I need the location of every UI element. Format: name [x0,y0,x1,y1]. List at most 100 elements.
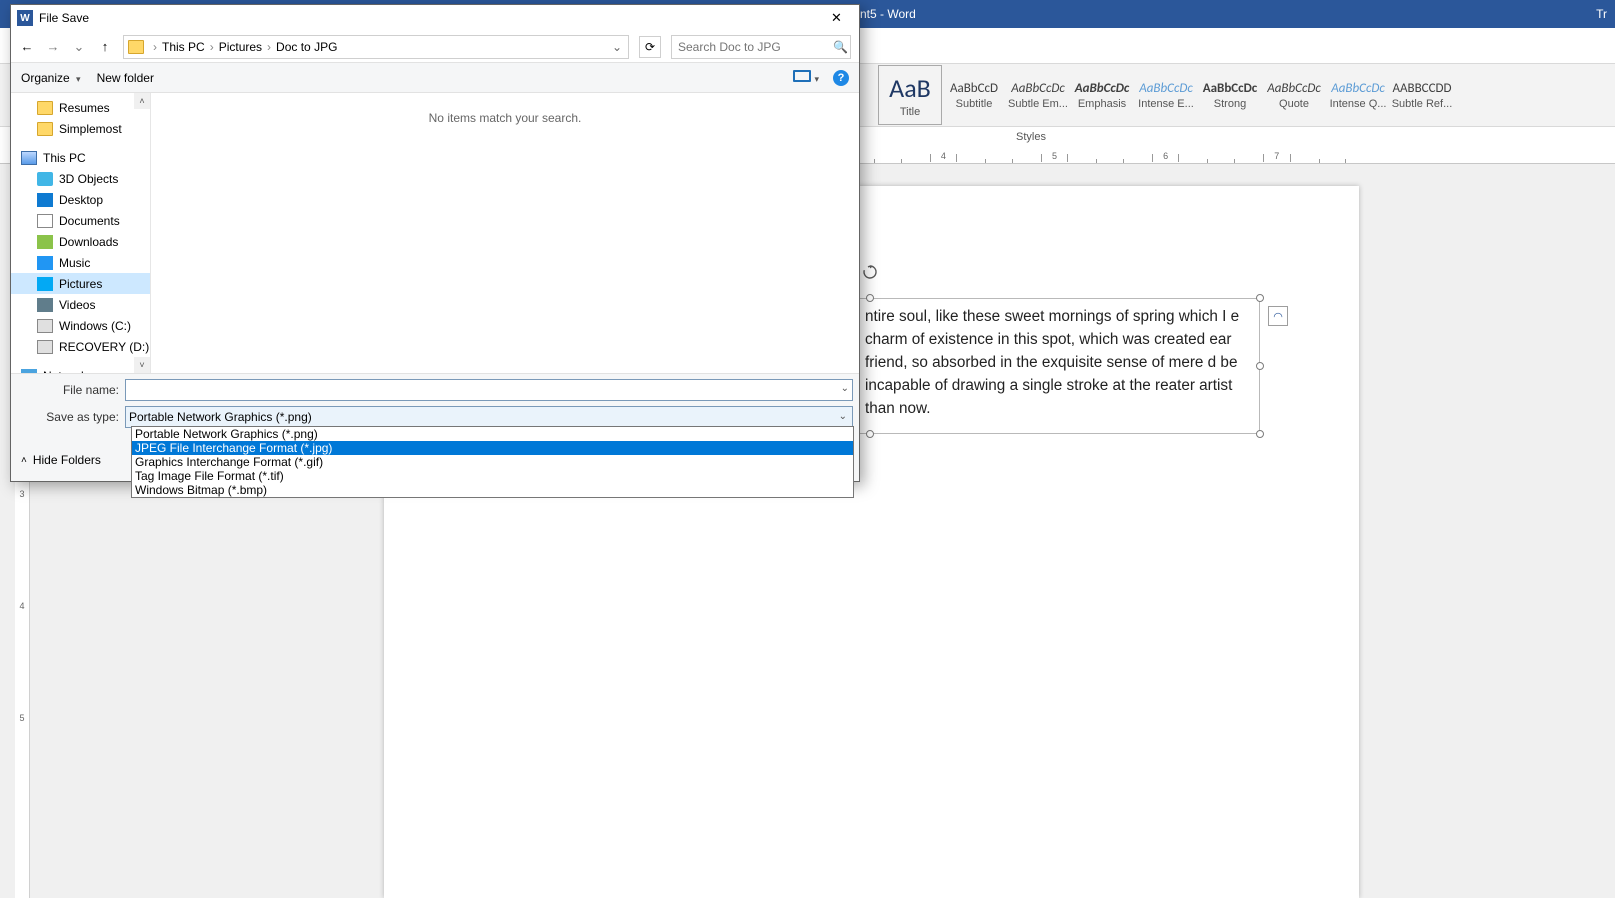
saveastype-select[interactable]: Portable Network Graphics (*.png) ⌄ [125,406,853,428]
chevron-down-icon: ▾ [76,74,81,84]
style-label: Emphasis [1078,98,1126,110]
search-field[interactable] [678,40,833,54]
tree-item-label: Resumes [59,101,110,115]
organize-button[interactable]: Organize ▾ [21,71,81,85]
style-emphasis[interactable]: AaBbCcDc Emphasis [1070,65,1134,125]
docs-icon [37,214,53,228]
scroll-down-icon[interactable]: ˅ [134,357,150,373]
navigation-tree[interactable]: ˄ ˅ Resumes Simplemost This PC3D Objects De… [11,93,151,373]
layout-options-icon[interactable]: ◠ [1268,306,1288,326]
style-subtle-em-[interactable]: AaBbCcDc Subtle Em... [1006,65,1070,125]
breadcrumb-item[interactable]: Pictures [219,40,262,54]
filetype-option[interactable]: JPEG File Interchange Format (*.jpg) [132,441,853,455]
style-preview: AaB [889,72,931,104]
resize-handle[interactable] [1256,294,1264,302]
style-label: Intense E... [1138,98,1194,110]
tree-item-documents[interactable]: Documents [11,210,150,231]
address-dropdown-icon[interactable]: ⌄ [612,40,622,54]
back-icon[interactable]: ← [19,39,35,54]
tree-item-label: Desktop [59,193,103,207]
style-label: Quote [1279,98,1309,110]
resize-handle[interactable] [866,430,874,438]
resize-handle[interactable] [1256,430,1264,438]
tree-item-windows-c-[interactable]: Windows (C:) [11,315,150,336]
style-strong[interactable]: AaBbCcDc Strong [1198,65,1262,125]
hide-folders-button[interactable]: ˄ Hide Folders [21,453,101,467]
close-icon[interactable]: ✕ [814,5,859,31]
empty-message: No items match your search. [151,111,859,125]
word-title-text: nt5 - Word [860,7,916,21]
tree-item-desktop[interactable]: Desktop [11,189,150,210]
tree-item-pictures[interactable]: Pictures [11,273,150,294]
style-intense-e-[interactable]: AaBbCcDcIntense E... [1134,65,1198,125]
search-icon[interactable]: 🔍 [833,40,848,54]
styles-caption: Styles [1016,131,1046,143]
style-intense-q-[interactable]: AaBbCcDcIntense Q... [1326,65,1390,125]
rotate-handle-icon[interactable] [862,264,878,280]
tree-item-downloads[interactable]: Downloads [11,231,150,252]
chevron-down-icon[interactable]: ⌄ [839,411,847,422]
style-preview: AaBbCcDc [1203,81,1258,96]
tree-item-videos[interactable]: Videos [11,294,150,315]
filetype-option[interactable]: Portable Network Graphics (*.png) [132,427,853,441]
tree-item-label: Music [59,256,90,270]
ruler-mark: 5 [1027,151,1083,161]
folder-icon [128,40,144,54]
filename-input[interactable]: ⌄ [125,379,853,401]
style-subtitle[interactable]: AaBbCcD Subtitle [942,65,1006,125]
style-label: Subtle Em... [1008,98,1068,110]
breadcrumb-sep[interactable]: › [207,40,217,54]
search-input[interactable]: 🔍 [671,35,851,59]
chevron-down-icon[interactable]: ⌄ [841,383,849,394]
chevron-up-icon: ˄ [21,455,27,466]
breadcrumb-item[interactable]: Doc to JPG [276,40,337,54]
new-folder-button[interactable]: New folder [97,71,154,85]
saveastype-dropdown[interactable]: Portable Network Graphics (*.png)JPEG Fi… [131,426,854,498]
scroll-up-icon[interactable]: ˄ [134,93,150,109]
style-label: Subtitle [956,98,993,110]
breadcrumb-sep[interactable]: › [264,40,274,54]
recent-locations-icon[interactable]: ⌄ [71,39,87,55]
style-preview: AABBCCDD [1392,81,1451,96]
tree-item-recovery-d-[interactable]: RECOVERY (D:) [11,336,150,357]
tree-item-label: RECOVERY (D:) [59,340,149,354]
music-icon [37,256,53,270]
breadcrumb-sep[interactable]: › [150,40,160,54]
breadcrumb-item[interactable]: This PC [162,40,205,54]
ruler-mark: 7 [1249,151,1305,161]
tree-item--d-objects[interactable]: 3D Objects [11,168,150,189]
desktop-icon [37,193,53,207]
tree-item-music[interactable]: Music [11,252,150,273]
tree-item-resumes[interactable]: Resumes [11,97,150,118]
style-label: Strong [1214,98,1246,110]
resize-handle[interactable] [1256,362,1264,370]
view-mode-button[interactable]: ▾ [793,70,819,85]
tree-item-label: Windows (C:) [59,319,131,333]
dialog-titlebar[interactable]: W File Save ✕ [11,5,859,31]
folder-icon [37,122,53,136]
style-quote[interactable]: AaBbCcDcQuote [1262,65,1326,125]
style-preview: AaBbCcDc [1011,81,1065,96]
tree-item-label: Videos [59,298,95,312]
forward-icon[interactable]: → [45,39,61,54]
tree-item-simplemost[interactable]: Simplemost [11,118,150,139]
tree-item-network[interactable]: Network [11,365,150,373]
up-icon[interactable]: ↑ [97,39,113,54]
refresh-icon[interactable]: ⟳ [639,36,661,58]
help-icon[interactable]: ? [833,70,849,86]
resize-handle[interactable] [866,294,874,302]
filetype-option[interactable]: Graphics Interchange Format (*.gif) [132,455,853,469]
style-preview: AaBbCcDc [1075,81,1130,96]
style-preview: AaBbCcD [950,81,998,96]
breadcrumb[interactable]: › This PC › Pictures › Doc to JPG ⌄ [123,35,629,59]
style-title[interactable]: AaBTitle [878,65,942,125]
filetype-option[interactable]: Tag Image File Format (*.tif) [132,469,853,483]
tree-item-this-pc[interactable]: This PC [11,147,150,168]
vids-icon [37,298,53,312]
style-preview: AaBbCcDc [1331,81,1385,96]
file-list-area[interactable]: No items match your search. [151,93,859,373]
style-subtle-ref-[interactable]: AABBCCDDSubtle Ref... [1390,65,1454,125]
ruler-mark: 6 [1138,151,1194,161]
filetype-option[interactable]: Windows Bitmap (*.bmp) [132,483,853,497]
tree-item-label: Documents [59,214,120,228]
